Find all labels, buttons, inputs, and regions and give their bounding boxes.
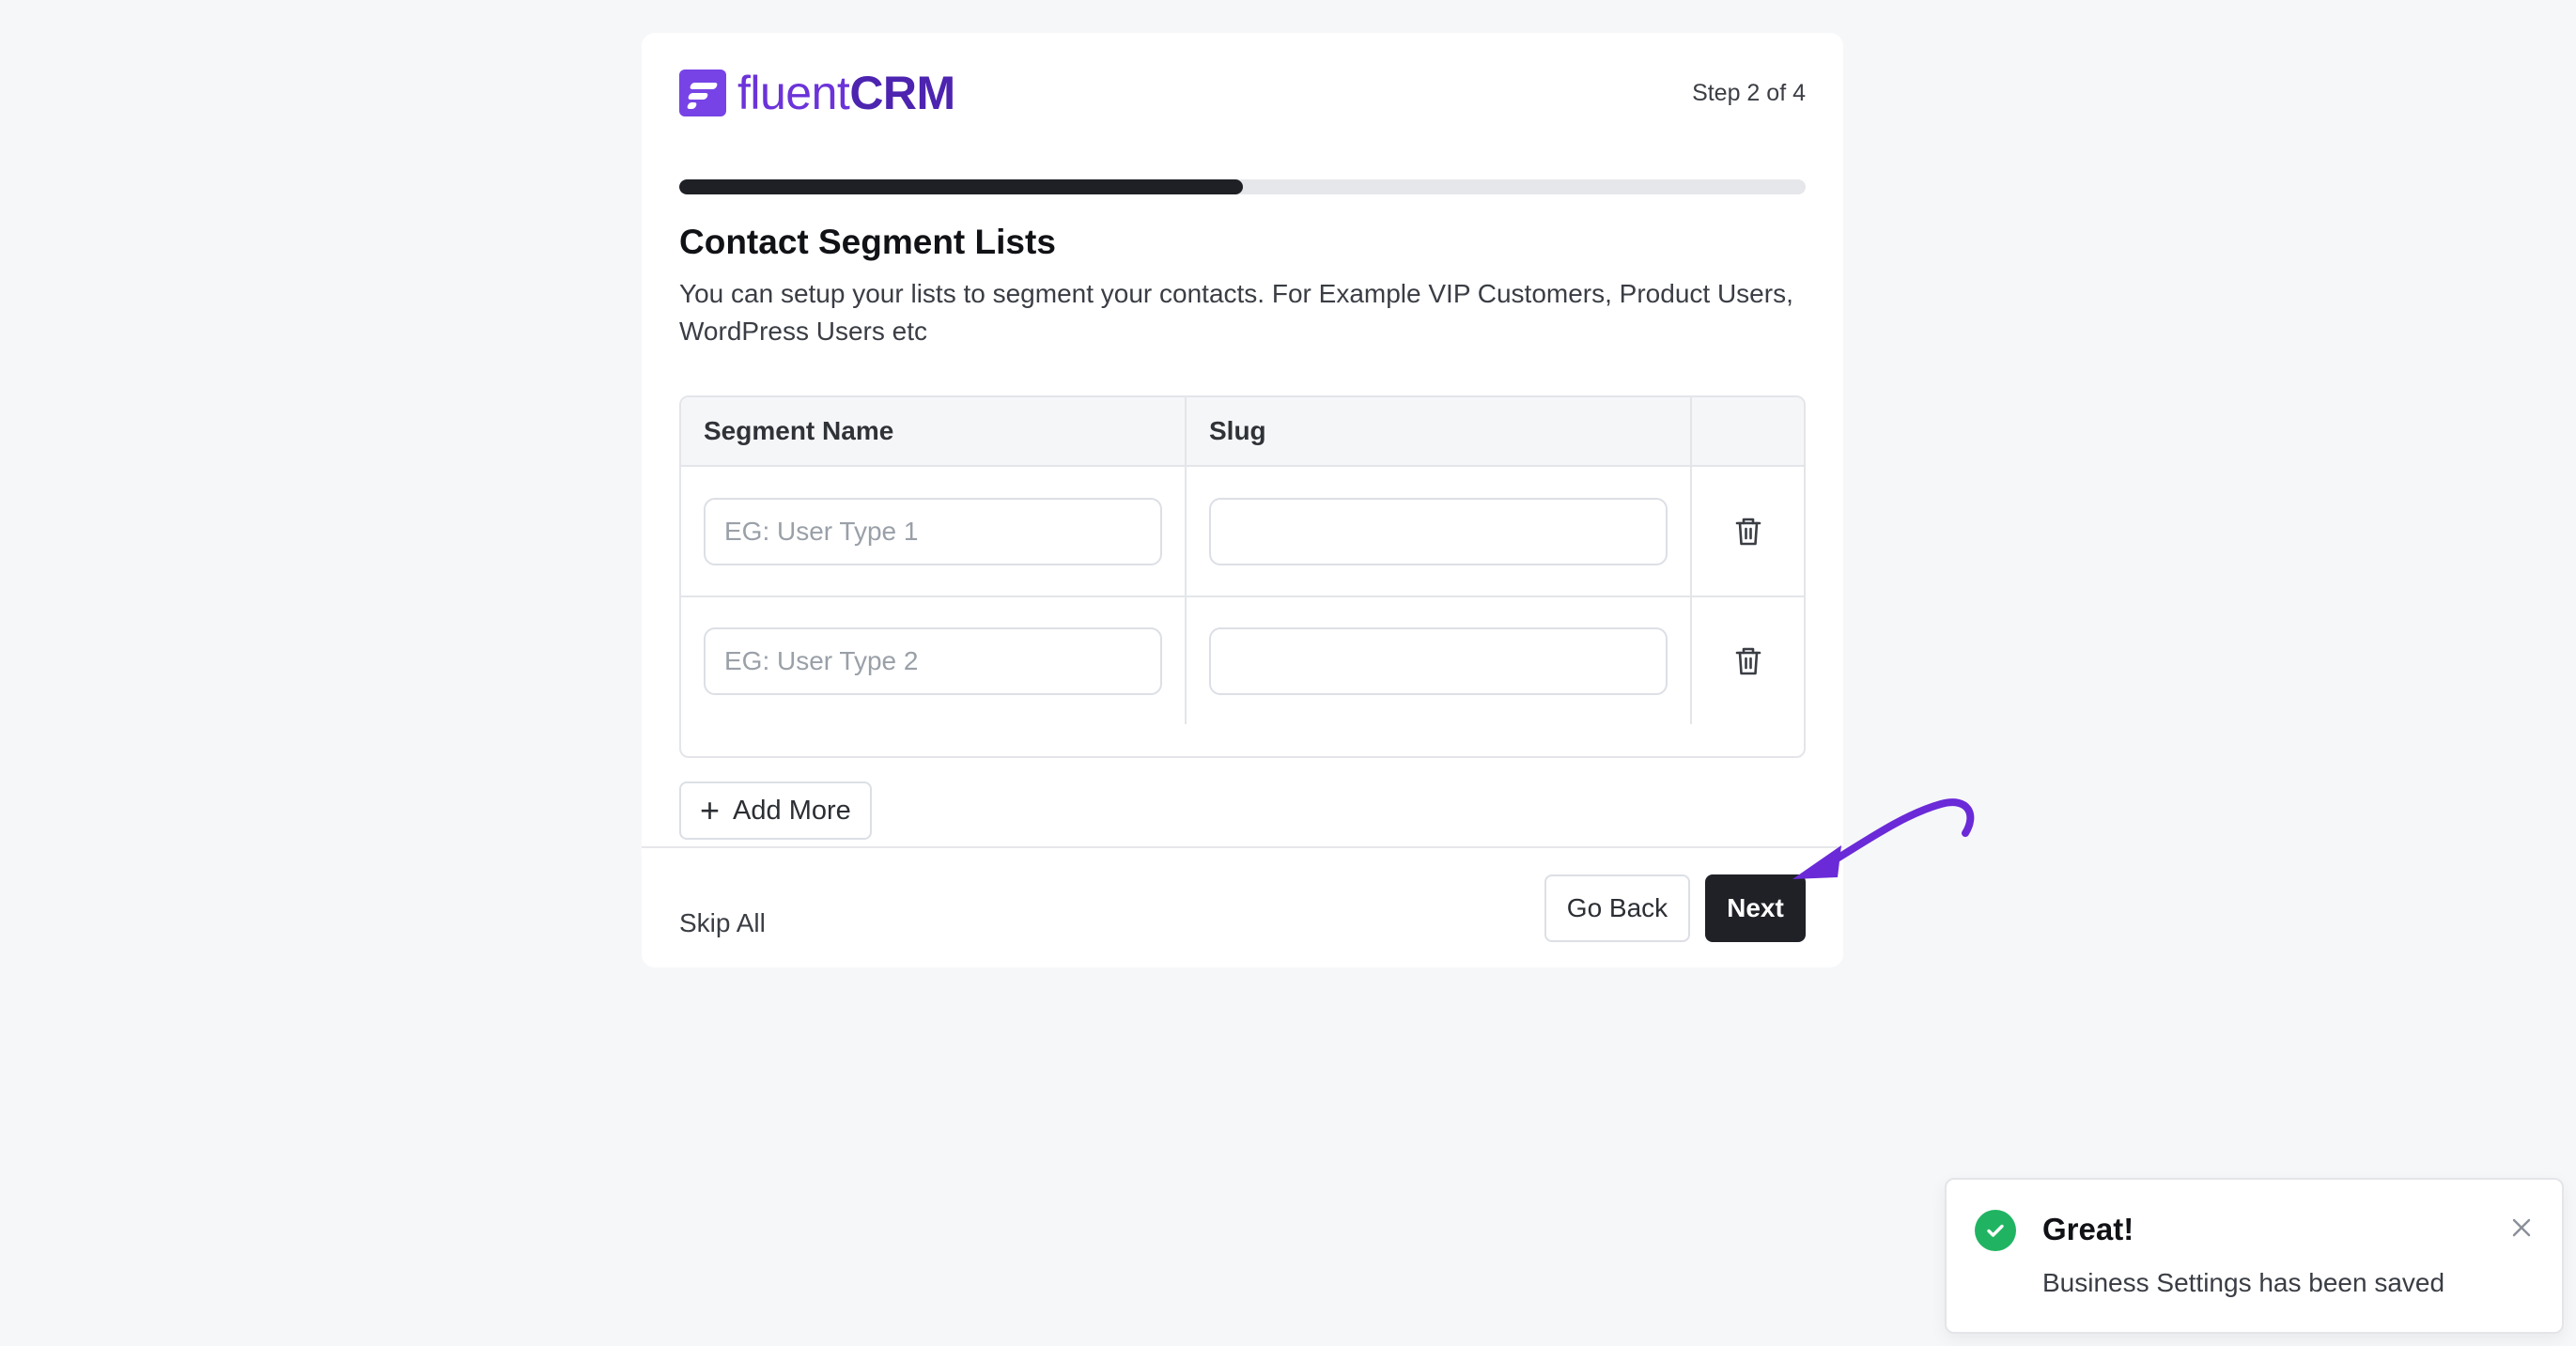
table-row (681, 596, 1804, 724)
slug-input-1[interactable] (1209, 497, 1668, 565)
wizard-header: fluentCRM Step 2 of 4 (679, 67, 1806, 119)
segment-table: Segment Name Slug (679, 395, 1806, 758)
column-header-slug: Slug (1187, 397, 1692, 465)
close-icon[interactable] (2506, 1212, 2537, 1244)
success-toast: Great! Business Settings has been saved (1945, 1178, 2564, 1334)
section-title: Contact Segment Lists (679, 223, 1056, 261)
table-header: Segment Name Slug (681, 397, 1804, 467)
go-back-button[interactable]: Go Back (1544, 874, 1690, 942)
add-more-label: Add More (733, 795, 851, 826)
add-more-button[interactable]: + Add More (679, 781, 872, 840)
trash-icon[interactable] (1730, 642, 1767, 680)
trash-icon[interactable] (1730, 513, 1767, 550)
toast-title: Great! (2042, 1212, 2134, 1246)
step-indicator: Step 2 of 4 (1692, 80, 1806, 106)
toast-message: Business Settings has been saved (2042, 1268, 2445, 1297)
logo-text-light: fluent (737, 67, 850, 119)
fluentcrm-logo: fluentCRM (679, 67, 955, 119)
check-circle-icon (1975, 1210, 2016, 1251)
plus-icon: + (700, 791, 721, 829)
segment-name-input-1[interactable] (704, 497, 1162, 565)
progress-bar-fill (679, 179, 1243, 194)
logo-text: fluentCRM (737, 67, 955, 119)
fluentcrm-logo-icon (679, 70, 726, 116)
progress-bar (679, 179, 1806, 194)
table-row (681, 467, 1804, 596)
setup-wizard-card: fluentCRM Step 2 of 4 Contact Segment Li… (642, 33, 1843, 967)
footer-divider (642, 846, 1843, 848)
column-header-actions (1692, 397, 1804, 465)
next-button[interactable]: Next (1705, 874, 1806, 942)
skip-all-link[interactable]: Skip All (679, 908, 766, 938)
column-header-segment-name: Segment Name (681, 397, 1187, 465)
logo-text-bold: CRM (849, 67, 955, 119)
segment-name-input-2[interactable] (704, 627, 1162, 695)
section-description: You can setup your lists to segment your… (679, 279, 1793, 346)
slug-input-2[interactable] (1209, 627, 1668, 695)
